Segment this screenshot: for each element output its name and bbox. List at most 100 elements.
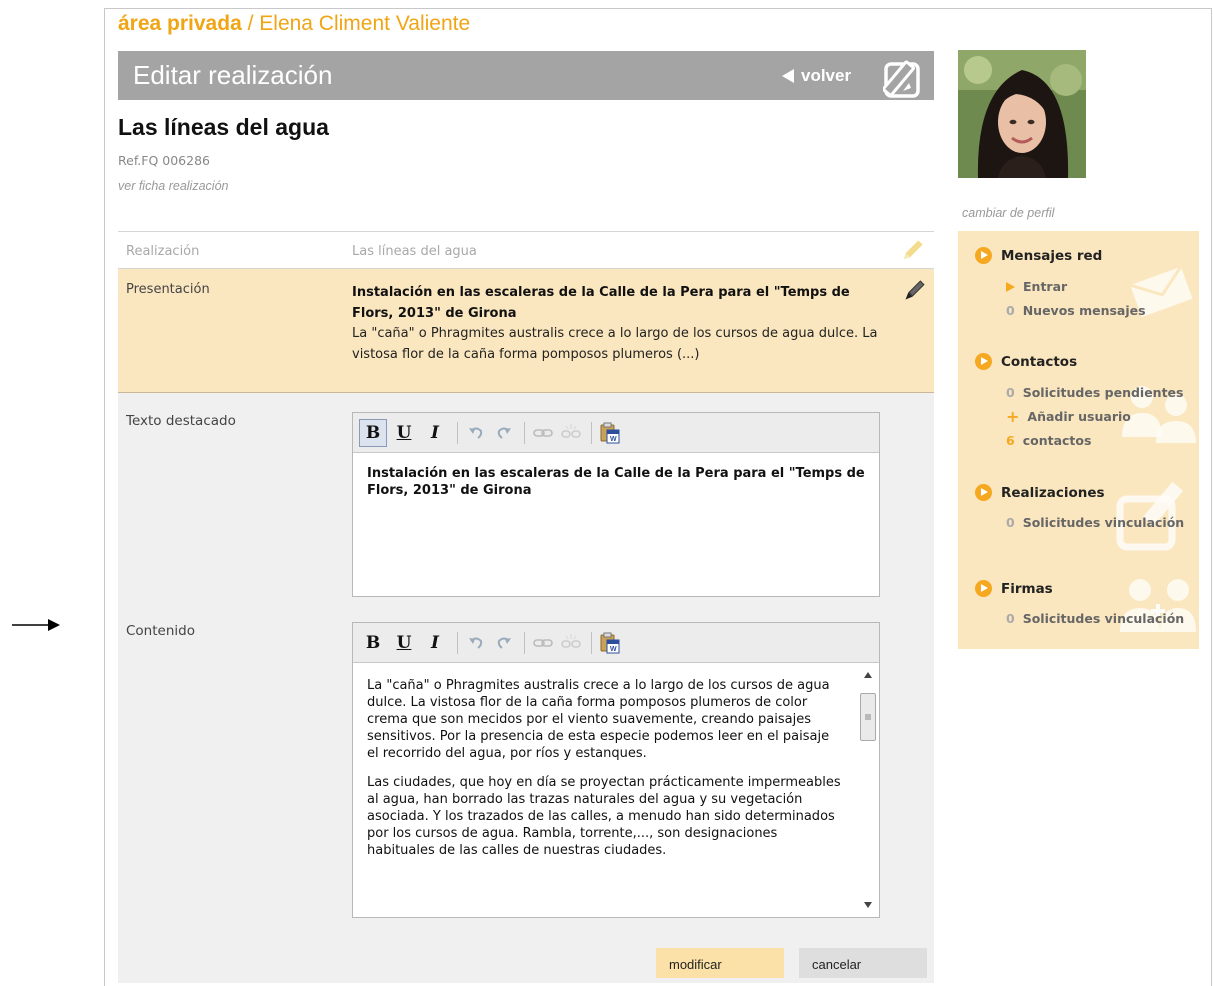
redo-icon[interactable]	[491, 630, 517, 656]
toolbar-separator	[591, 421, 592, 444]
breadcrumb-section[interactable]: área privada	[118, 12, 242, 35]
redo-icon[interactable]	[491, 420, 517, 446]
pencil-icon[interactable]	[900, 239, 924, 263]
new-messages-count: 0	[1006, 303, 1015, 318]
toolbar-separator	[457, 631, 458, 654]
paste-from-word-icon[interactable]: W	[597, 420, 623, 446]
presentacion-text: Instalación en las escaleras de la Calle…	[352, 283, 882, 365]
firmas-requests-label: Solicitudes vinculación	[1022, 611, 1185, 626]
work-title: Las líneas del agua	[118, 114, 329, 140]
sidebar: Mensajes red Entrar 0 Nuevos mensajes Con…	[958, 231, 1199, 649]
toolbar-separator	[457, 421, 458, 444]
svg-text:W: W	[610, 646, 617, 653]
right-arrow-icon	[12, 619, 60, 631]
play-icon	[1006, 281, 1015, 292]
realizacion-row: Realización Las líneas del agua	[118, 231, 934, 269]
play-bullet-icon	[975, 484, 992, 501]
toolbar-separator	[524, 421, 525, 444]
back-arrow-icon	[782, 69, 794, 83]
pending-requests-label: Solicitudes pendientes	[1022, 385, 1184, 400]
contactos-title: Contactos	[1001, 353, 1078, 370]
mensajes-title: Mensajes red	[1001, 247, 1103, 264]
work-reference: Ref.FQ 006286	[118, 153, 210, 168]
editor-toolbar: B U I W	[353, 413, 879, 453]
bold-button[interactable]: B	[359, 418, 387, 447]
realizacion-value: Las líneas del agua	[352, 244, 477, 259]
presentacion-summary: La "caña" o Phragmites australis crece a…	[352, 326, 878, 362]
play-bullet-icon	[975, 580, 992, 597]
play-bullet-icon	[975, 247, 992, 264]
change-profile-link[interactable]: cambiar de perfil	[962, 206, 1054, 220]
svg-text:W: W	[610, 436, 617, 443]
paste-from-word-icon[interactable]: W	[597, 630, 623, 656]
scroll-down-icon[interactable]	[859, 897, 877, 913]
back-button[interactable]: volver	[782, 66, 851, 86]
firmas-title: Firmas	[1001, 580, 1053, 597]
breadcrumb-separator: /	[241, 12, 260, 35]
editor-scrollbar[interactable]	[859, 667, 877, 913]
link-icon[interactable]	[530, 630, 556, 656]
add-user-label: Añadir usuario	[1027, 409, 1131, 424]
avatar	[958, 50, 1086, 178]
underline-button[interactable]: U	[390, 419, 418, 447]
texto-destacado-content[interactable]: Instalación en las escaleras de la Calle…	[353, 453, 879, 511]
add-user-link[interactable]: + Añadir usuario	[1006, 406, 1131, 426]
contacts-label: contactos	[1022, 433, 1092, 448]
unlink-icon[interactable]	[558, 420, 584, 446]
page-header: Editar realización volver	[118, 51, 934, 100]
firmas-requests-link[interactable]: 0 Solicitudes vinculación	[1006, 611, 1184, 626]
contenido-label: Contenido	[126, 623, 195, 639]
firmas-requests-count: 0	[1006, 611, 1015, 626]
contacts-count: 6	[1006, 433, 1015, 448]
contenido-content[interactable]: La "caña" o Phragmites australis crece a…	[353, 663, 879, 917]
link-icon[interactable]	[530, 420, 556, 446]
mensajes-entrar-link[interactable]: Entrar	[1006, 279, 1067, 294]
realizaciones-requests-link[interactable]: 0 Solicitudes vinculación	[1006, 515, 1184, 530]
cancelar-button[interactable]: cancelar	[799, 948, 927, 978]
contenido-editor[interactable]: B U I W La "caña" o Phragmites australis…	[352, 622, 880, 918]
firmas-heading[interactable]: Firmas	[975, 580, 1053, 597]
play-bullet-icon	[975, 353, 992, 370]
undo-icon[interactable]	[463, 630, 489, 656]
presentacion-label: Presentación	[126, 282, 210, 297]
undo-icon[interactable]	[463, 420, 489, 446]
realizacion-label: Realización	[126, 244, 200, 259]
contacts-link[interactable]: 6 contactos	[1006, 433, 1091, 448]
bold-button[interactable]: B	[359, 629, 387, 657]
mensajes-heading[interactable]: Mensajes red	[975, 247, 1102, 264]
breadcrumb: área privada / Elena Climent Valiente	[118, 12, 470, 36]
breadcrumb-user-name: Elena Climent Valiente	[259, 12, 471, 35]
pending-requests-count: 0	[1006, 385, 1015, 400]
people-add-icon	[1120, 579, 1196, 632]
scroll-up-icon[interactable]	[859, 667, 877, 683]
realizaciones-requests-count: 0	[1006, 515, 1015, 530]
modificar-button[interactable]: modificar	[656, 948, 784, 978]
back-label: volver	[801, 66, 852, 85]
underline-button[interactable]: U	[390, 629, 418, 657]
pending-requests-link[interactable]: 0 Solicitudes pendientes	[1006, 385, 1183, 400]
toolbar-separator	[524, 631, 525, 654]
view-work-link[interactable]: ver ficha realización	[118, 179, 228, 193]
unlink-icon[interactable]	[558, 630, 584, 656]
texto-destacado-label: Texto destacado	[126, 413, 236, 429]
scroll-thumb[interactable]	[860, 693, 876, 741]
realizaciones-heading[interactable]: Realizaciones	[975, 484, 1105, 501]
mensajes-nuevos-link[interactable]: 0 Nuevos mensajes	[1006, 303, 1146, 318]
plus-icon: +	[1006, 406, 1020, 426]
edit-form: Realización Las líneas del agua Presenta…	[118, 231, 934, 983]
edit-presentacion-pencil-icon[interactable]	[902, 279, 926, 303]
page-title: Editar realización	[133, 60, 333, 90]
new-messages-label: Nuevos mensajes	[1022, 303, 1146, 318]
mensajes-entrar-label: Entrar	[1023, 279, 1068, 294]
editor-toolbar: B U I W	[353, 623, 879, 663]
presentacion-headline: Instalación en las escaleras de la Calle…	[352, 285, 850, 321]
italic-button[interactable]: I	[421, 629, 449, 657]
edit-pencil-icon	[883, 60, 920, 98]
italic-button[interactable]: I	[421, 419, 449, 447]
texto-destacado-editor[interactable]: B U I W Instalación en las escaleras de …	[352, 412, 880, 597]
contenido-paragraph: Las ciudades, que hoy en día se proyecta…	[367, 775, 841, 858]
realizaciones-title: Realizaciones	[1001, 484, 1105, 501]
toolbar-separator	[591, 631, 592, 654]
contenido-paragraph: La "caña" o Phragmites australis crece a…	[367, 678, 830, 761]
contactos-heading[interactable]: Contactos	[975, 353, 1077, 370]
